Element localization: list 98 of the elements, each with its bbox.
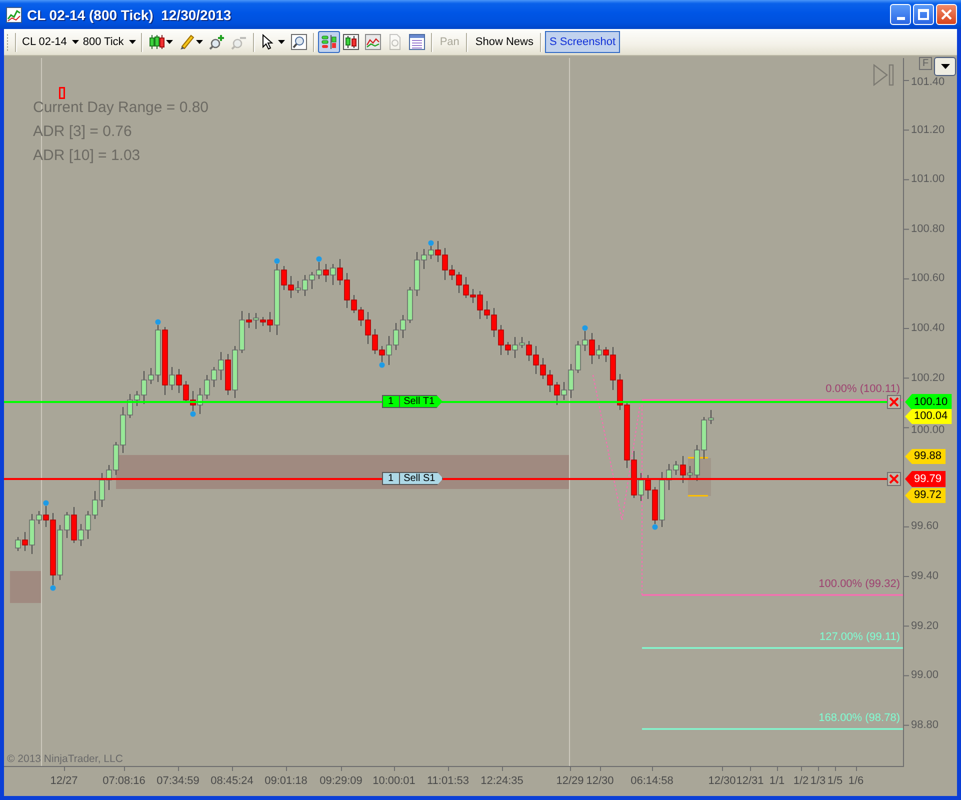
window-title: CL 02-14 (800 Tick) 12/30/2013 — [27, 8, 232, 22]
fib-level-label: 168.00% (98.78) — [818, 712, 900, 724]
price-axis-label: 101.00 — [911, 173, 945, 186]
time-axis-label: 09:29:09 — [320, 775, 362, 787]
time-axis-label: 1/3 — [810, 775, 826, 787]
price-flag: 99.79 — [905, 471, 946, 487]
magnifier-icon — [290, 34, 307, 50]
price-flag: 99.72 — [905, 488, 946, 503]
time-axis-label: 12/29 — [556, 775, 584, 787]
caret-icon — [940, 64, 950, 69]
time-axis-label: 1/5 — [827, 775, 843, 787]
swing-point-icon — [50, 585, 56, 591]
order-tag[interactable]: 1 Sell T1 — [382, 395, 443, 408]
order-label: Sell S1 — [402, 474, 436, 484]
time-axis-label: 1/6 — [848, 775, 864, 787]
time-axis-label: 1/1 — [769, 775, 785, 787]
zoom-out-icon — [230, 34, 247, 50]
order-label: Sell T1 — [402, 396, 435, 406]
minimize-icon — [896, 17, 904, 20]
price-flag: 100.10 — [905, 394, 952, 410]
cancel-order-button[interactable] — [887, 395, 901, 409]
time-axis-label: 12/30 — [586, 775, 614, 787]
interval-dropdown[interactable]: 800 Tick — [80, 31, 138, 53]
time-axis-label: 12/31 — [736, 775, 764, 787]
caret-icon — [72, 40, 79, 44]
price-zone — [10, 571, 41, 603]
price-axis-label: 101.40 — [911, 76, 945, 88]
swing-point-icon — [316, 256, 322, 262]
time-axis-label: 09:01:18 — [264, 775, 308, 787]
price-axis-label: 100.80 — [911, 222, 945, 235]
price-axis-label: 100.60 — [911, 272, 945, 284]
indicator-text: ADR [10] = 1.03 — [33, 147, 140, 164]
candle-chart-icon — [342, 34, 359, 50]
show-news-button[interactable]: Show News — [471, 31, 538, 53]
zoom-in-icon — [208, 34, 225, 50]
maximize-icon — [918, 9, 929, 20]
chart-menu-button[interactable] — [934, 57, 956, 76]
time-axis-label: 10:00:01 — [372, 775, 416, 787]
swing-point-icon — [274, 258, 280, 264]
price-axis-label: 100.20 — [911, 372, 945, 384]
price-flag: 99.88 — [905, 449, 946, 464]
instrument-dropdown[interactable]: CL 02-14 — [20, 31, 81, 53]
order-quantity: 1 — [383, 473, 400, 484]
marker-icon — [59, 87, 65, 99]
time-axis-label: 12/27 — [50, 775, 78, 787]
time-axis-label: 07:08:16 — [102, 775, 146, 787]
candlestick-icon — [148, 34, 165, 50]
fib-level-label: 0.00% (100.11) — [826, 383, 900, 395]
caret-icon — [128, 40, 136, 44]
minimize-button[interactable] — [890, 4, 911, 25]
screenshot-button[interactable]: S Screenshot — [545, 31, 620, 53]
close-button[interactable] — [936, 4, 957, 25]
fib-level-label: 100.00% (99.32) — [818, 578, 900, 590]
price-axis-label: 101.20 — [911, 124, 945, 136]
price-axis-label: 100.00 — [911, 424, 945, 436]
swing-point-icon — [43, 500, 49, 506]
document-icon — [386, 34, 403, 50]
price-axis-label: 99.00 — [911, 669, 939, 682]
order-tag[interactable]: 1 Sell S1 — [382, 472, 444, 485]
time-axis-label: 08:45:24 — [210, 775, 254, 787]
copyright-text: © 2013 NinjaTrader, LLC — [7, 753, 123, 765]
indicator-text: Current Day Range = 0.80 — [33, 99, 209, 116]
caret-icon — [196, 40, 203, 44]
price-axis-label: 98.80 — [911, 718, 939, 731]
swing-point-icon — [428, 240, 434, 246]
line-chart-icon — [6, 6, 22, 22]
price-flag: 100.04 — [905, 409, 952, 424]
time-axis-label: 12/30 — [708, 775, 736, 787]
line-chart-icon — [364, 34, 381, 50]
time-axis-label: 07:34:59 — [156, 775, 200, 787]
order-quantity: 1 — [383, 396, 400, 407]
time-axis-label: 12:24:35 — [480, 775, 524, 787]
caret-icon — [166, 40, 173, 44]
close-icon — [889, 474, 899, 484]
maximize-button[interactable] — [913, 4, 934, 25]
chart-trader-button[interactable] — [318, 31, 340, 53]
time-axis-label: 1/2 — [793, 775, 809, 787]
close-icon — [941, 9, 952, 20]
price-axis-label: 99.20 — [911, 620, 939, 632]
price-axis-label: 99.40 — [911, 570, 939, 582]
table-window-icon — [408, 34, 425, 50]
grip-icon[interactable] — [6, 34, 9, 50]
price-axis-label: 100.40 — [911, 322, 945, 334]
swing-point-icon — [582, 325, 588, 331]
indicator-text: ADR [3] = 0.76 — [33, 123, 132, 140]
close-icon — [889, 397, 899, 407]
pencil-icon — [178, 34, 195, 50]
price-axis-label: 99.60 — [911, 520, 939, 532]
time-axis-label: 11:01:53 — [427, 775, 469, 787]
fib-level-label: 127.00% (99.11) — [819, 631, 900, 643]
swing-point-icon — [379, 362, 385, 368]
swing-point-icon — [190, 411, 196, 417]
caret-icon — [278, 40, 285, 44]
cancel-order-button[interactable] — [887, 472, 901, 486]
time-axis-label: 06:14:58 — [630, 775, 674, 787]
order-bars-icon — [320, 34, 337, 50]
swing-point-icon — [652, 524, 658, 530]
swing-point-icon — [155, 319, 161, 325]
